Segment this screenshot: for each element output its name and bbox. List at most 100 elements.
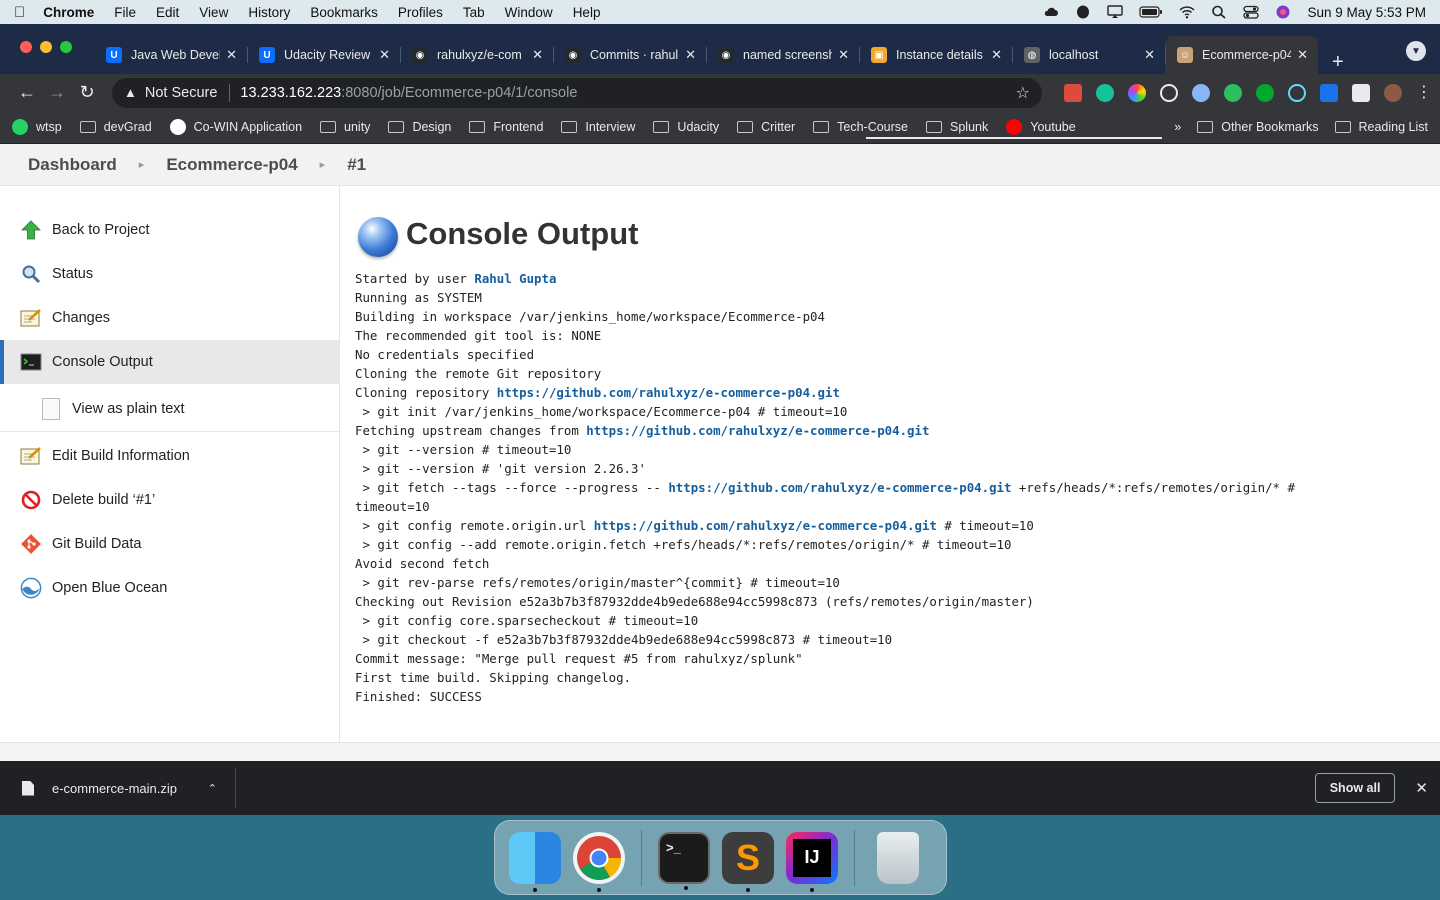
close-tab-icon[interactable]: ✕	[838, 47, 849, 63]
sidebar-item-back-to-project[interactable]: Back to Project	[0, 208, 339, 252]
security-status[interactable]: Not Secure	[145, 85, 218, 101]
tab[interactable]: ◉ named screensh ✕	[706, 36, 859, 74]
sidebar-item-view-plain-text[interactable]: View as plain text	[0, 386, 339, 432]
profile-avatar[interactable]	[1384, 83, 1402, 102]
intellij-icon[interactable]: IJ	[786, 831, 838, 892]
chevron-right-icon[interactable]: ▸	[139, 158, 145, 171]
sublime-text-icon[interactable]: S	[722, 831, 774, 892]
sidebar-item-status[interactable]: Status	[0, 252, 339, 296]
menu-app-name[interactable]: Chrome	[43, 5, 94, 20]
control-center-icon[interactable]	[1243, 5, 1260, 19]
chrome-menu-icon[interactable]: ⋮	[1416, 84, 1432, 102]
sidebar-item-edit-build-information[interactable]: Edit Build Information	[0, 434, 339, 478]
bookmark-splunk[interactable]: Splunk	[926, 120, 988, 134]
grammarly-extension-icon[interactable]	[1096, 83, 1114, 102]
weather-extension-icon[interactable]	[1192, 83, 1210, 102]
menu-profiles[interactable]: Profiles	[398, 5, 443, 20]
bookmark-critter[interactable]: Critter	[737, 120, 795, 134]
download-item[interactable]: e-commerce-main.zip ⌃	[0, 768, 236, 808]
breadcrumb-dashboard[interactable]: Dashboard	[28, 155, 117, 175]
chevron-up-icon[interactable]: ⌃	[208, 782, 217, 795]
reload-button[interactable]: ↻	[72, 82, 102, 103]
chrome-icon[interactable]	[573, 831, 625, 892]
breadcrumb-project[interactable]: Ecommerce-p04	[166, 155, 297, 175]
repo-link[interactable]: https://github.com/rahulxyz/e-commerce-p…	[586, 423, 929, 438]
menu-file[interactable]: File	[114, 5, 136, 20]
tab-search-button[interactable]: ▼	[1406, 41, 1426, 61]
address-bar[interactable]: ▲ Not Secure 13.233.162.223 :8080/job/Ec…	[112, 77, 1042, 108]
warning-triangle-icon[interactable]: ▲	[124, 85, 137, 100]
bookmark-frontend[interactable]: Frontend	[469, 120, 543, 134]
trash-icon[interactable]	[877, 831, 919, 884]
tab[interactable]: ◉ Commits · rahul ✕	[553, 36, 706, 74]
menu-help[interactable]: Help	[573, 5, 601, 20]
sidebar-item-console-output[interactable]: Console Output	[0, 340, 339, 384]
new-tab-button[interactable]: +	[1332, 51, 1344, 74]
repo-link[interactable]: https://github.com/rahulxyz/e-commerce-p…	[497, 385, 840, 400]
reading-list-button[interactable]: Reading List	[1334, 120, 1428, 134]
bookmark-star-icon[interactable]: ☆	[1016, 83, 1030, 103]
close-icon[interactable]: ✕	[1415, 779, 1428, 797]
menu-window[interactable]: Window	[505, 5, 553, 20]
menu-bookmarks[interactable]: Bookmarks	[310, 5, 378, 20]
close-window-button[interactable]	[20, 41, 32, 53]
react-devtools-icon[interactable]	[1288, 83, 1306, 102]
close-tab-icon[interactable]: ✕	[1144, 47, 1155, 63]
breadcrumb-build[interactable]: #1	[347, 155, 366, 175]
bookmark-devgrad[interactable]: devGrad	[79, 120, 152, 134]
sidebar-item-open-blue-ocean[interactable]: Open Blue Ocean	[0, 566, 339, 610]
terminal-icon[interactable]: >_	[658, 831, 710, 890]
siri-icon[interactable]	[1275, 5, 1291, 19]
menu-view[interactable]: View	[199, 5, 228, 20]
todoist-extension-icon[interactable]	[1064, 83, 1082, 102]
tab[interactable]: U Java Web Devel ✕	[94, 36, 247, 74]
minimize-window-button[interactable]	[40, 41, 52, 53]
apple-icon[interactable]: 	[14, 4, 25, 21]
menu-tab[interactable]: Tab	[463, 5, 485, 20]
tab[interactable]: ▣ Instance details ✕	[859, 36, 1012, 74]
display-icon[interactable]	[1107, 5, 1124, 19]
puzzle-extensions-icon[interactable]	[1352, 83, 1370, 102]
tab[interactable]: ◉ rahulxyz/e-com ✕	[400, 36, 553, 74]
close-tab-icon[interactable]: ✕	[991, 47, 1002, 63]
zoom-window-button[interactable]	[60, 41, 72, 53]
battery-icon[interactable]	[1139, 5, 1163, 19]
forward-button[interactable]: →	[42, 82, 72, 103]
colorpick-extension-icon[interactable]	[1128, 83, 1146, 102]
repo-link[interactable]: https://github.com/rahulxyz/e-commerce-p…	[594, 518, 937, 533]
cloud-sync-icon[interactable]	[1043, 5, 1059, 19]
tab[interactable]: ☺ Ecommerce-p04 ✕	[1165, 36, 1318, 74]
spotlight-icon[interactable]	[1211, 5, 1227, 19]
show-all-button[interactable]: Show all	[1314, 773, 1396, 803]
bookmark-tech-course[interactable]: Tech-Course	[813, 120, 908, 134]
other-bookmarks-folder[interactable]: Other Bookmarks	[1197, 120, 1319, 134]
tab[interactable]: U Udacity Review ✕	[247, 36, 400, 74]
sidebar-item-delete-build[interactable]: Delete build ‘#1’	[0, 478, 339, 522]
chevron-right-icon[interactable]: ▸	[320, 158, 326, 171]
close-tab-icon[interactable]: ✕	[685, 47, 696, 63]
chat-extension-icon[interactable]	[1256, 83, 1274, 102]
menu-history[interactable]: History	[248, 5, 290, 20]
sidebar-item-git-build-data[interactable]: Git Build Data	[0, 522, 339, 566]
sidebar-item-changes[interactable]: Changes	[0, 296, 339, 340]
target-extension-icon[interactable]	[1160, 83, 1178, 102]
finder-icon[interactable]	[509, 831, 561, 892]
close-tab-icon[interactable]: ✕	[226, 47, 237, 63]
evernote-extension-icon[interactable]	[1224, 83, 1242, 102]
bookmark-interview[interactable]: Interview	[561, 120, 635, 134]
user-link[interactable]: Rahul Gupta	[474, 271, 556, 286]
menu-edit[interactable]: Edit	[156, 5, 179, 20]
close-tab-icon[interactable]: ✕	[532, 47, 543, 63]
wifi-icon[interactable]	[1179, 5, 1195, 19]
menubar-clock[interactable]: Sun 9 May 5:53 PM	[1307, 5, 1426, 20]
download-extension-icon[interactable]	[1320, 83, 1338, 102]
bookmark-design[interactable]: Design	[388, 120, 451, 134]
close-tab-icon[interactable]: ✕	[1297, 47, 1308, 63]
evernote-menu-icon[interactable]	[1075, 5, 1091, 19]
bookmark-youtube[interactable]: Youtube	[1006, 119, 1076, 135]
bookmarks-overflow-button[interactable]: »	[1174, 120, 1181, 134]
repo-link[interactable]: https://github.com/rahulxyz/e-commerce-p…	[668, 480, 1011, 495]
bookmark-udacity[interactable]: Udacity	[653, 120, 719, 134]
close-tab-icon[interactable]: ✕	[379, 47, 390, 63]
bookmark-co-win-application[interactable]: Co-WIN Application	[169, 119, 302, 135]
